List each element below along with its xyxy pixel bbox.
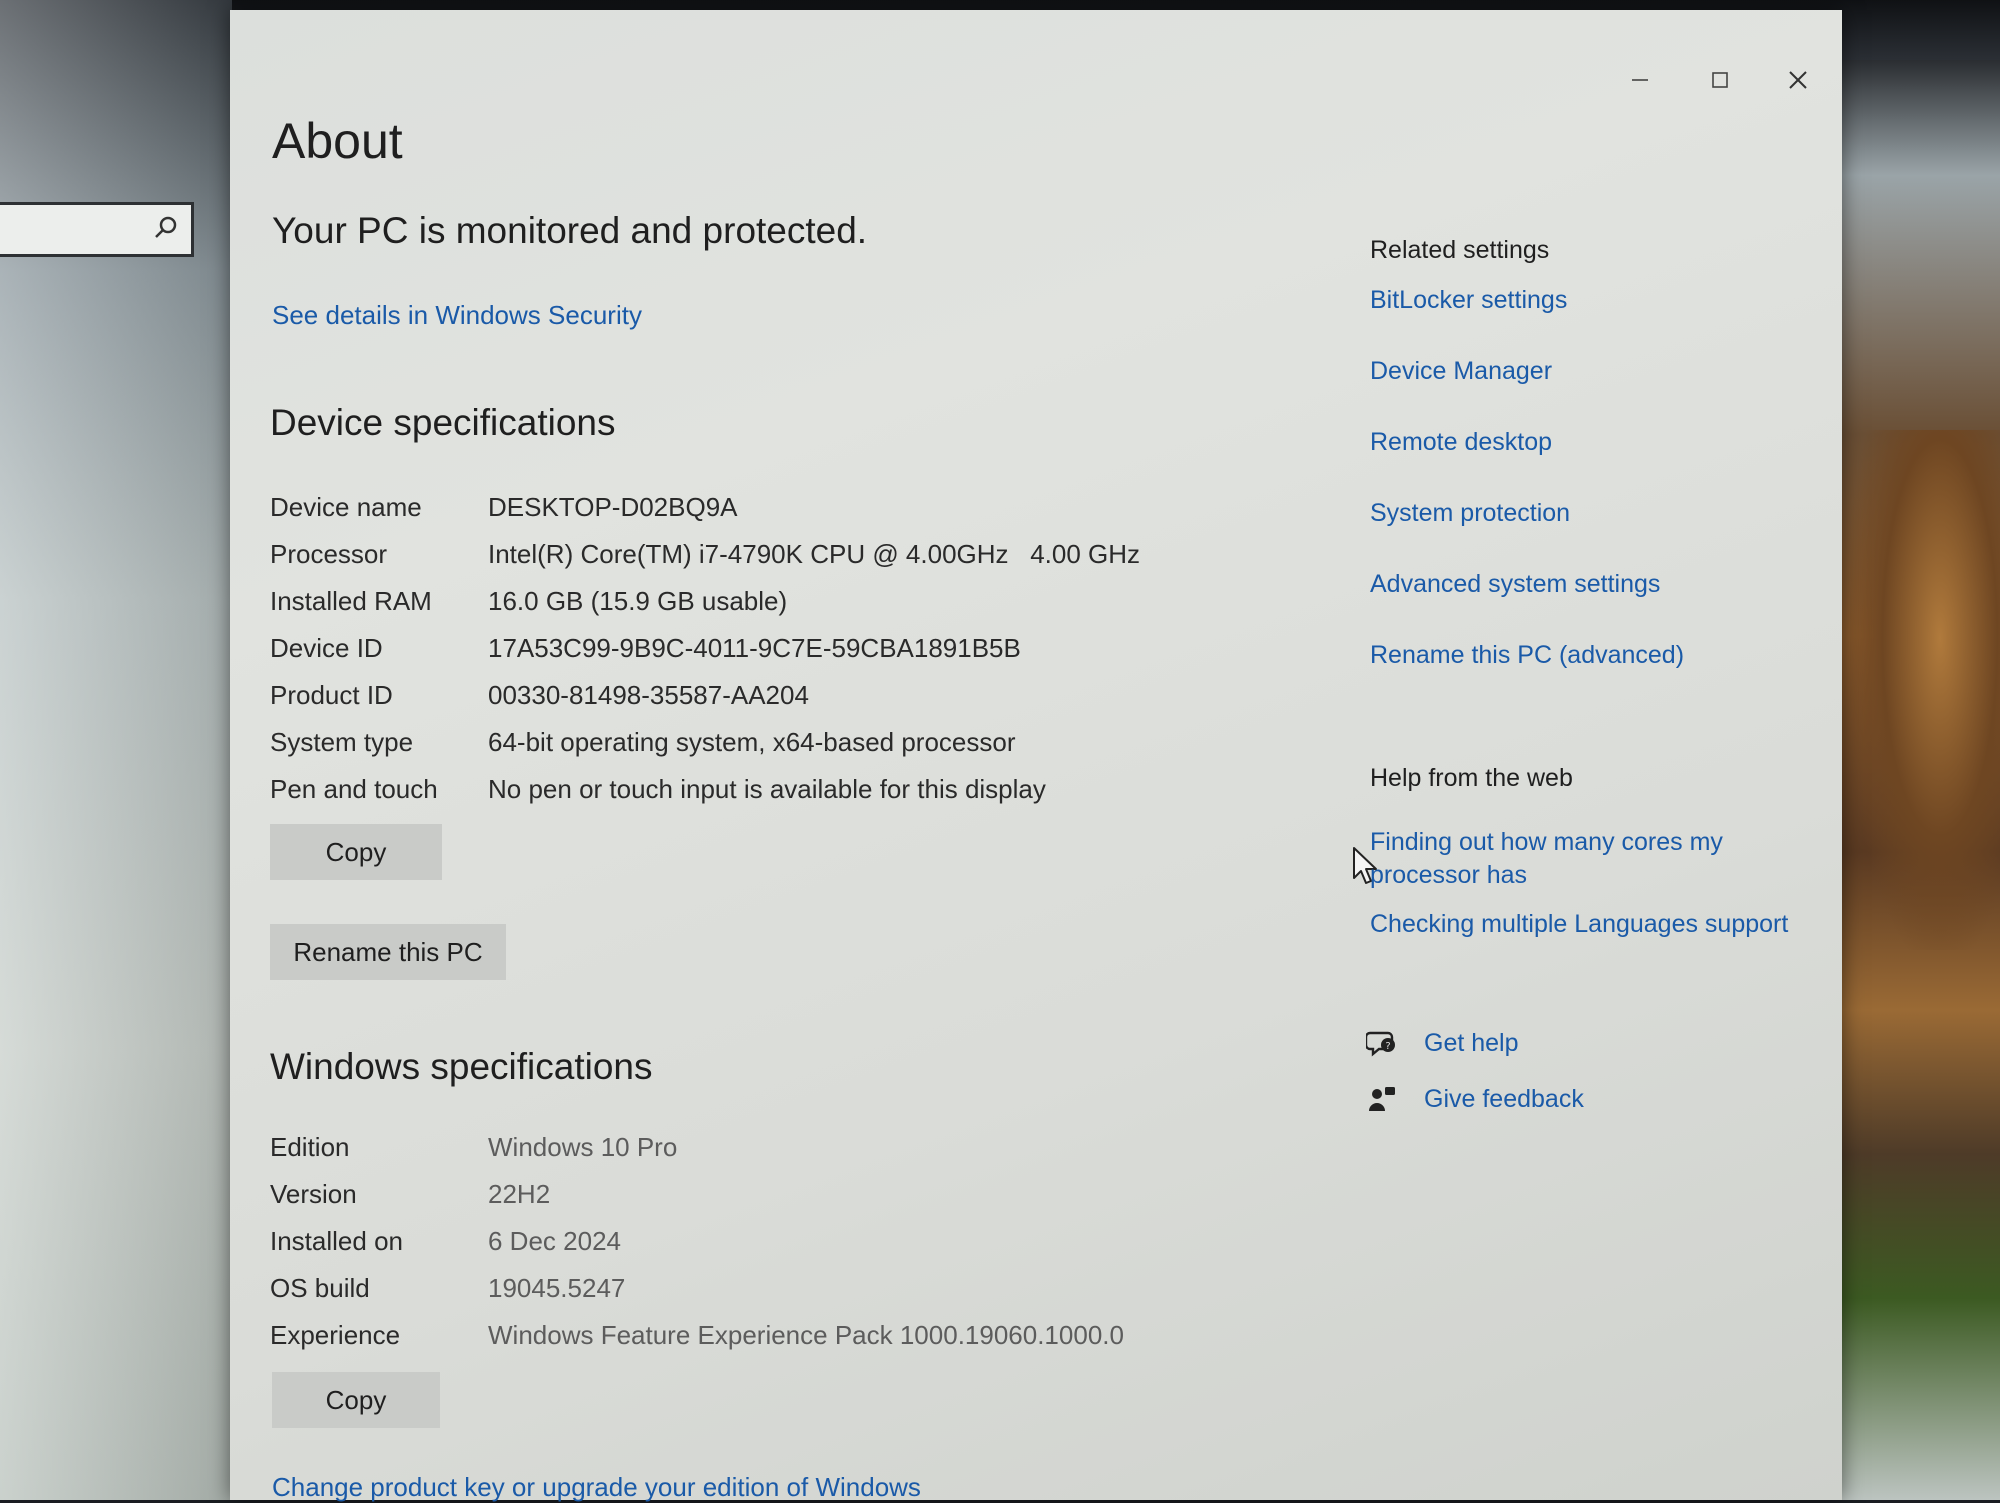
maximize-icon xyxy=(1712,72,1728,88)
feedback-icon xyxy=(1369,1087,1395,1111)
device-manager-link[interactable]: Device Manager xyxy=(1370,357,1552,386)
minimize-button[interactable] xyxy=(1620,60,1660,100)
spec-value[interactable]: 64-bit operating system, x64-based proce… xyxy=(488,727,1016,758)
spec-row-experience: Experience Windows Feature Experience Pa… xyxy=(270,1320,1170,1367)
spec-row-installed-ram: Installed RAM 16.0 GB (15.9 GB usable) xyxy=(270,586,1170,633)
device-specs-table: Device name DESKTOP-D02BQ9A Processor In… xyxy=(270,492,1170,821)
protection-status: Your PC is monitored and protected. xyxy=(272,210,868,251)
copy-windows-specs-button[interactable]: Copy xyxy=(272,1372,440,1428)
spec-row-device-id: Device ID 17A53C99-9B9C-4011-9C7E-59CBA1… xyxy=(270,633,1170,680)
windows-specs-table: Edition Windows 10 Pro Version 22H2 Inst… xyxy=(270,1132,1170,1367)
spec-label: Device name xyxy=(270,492,422,522)
spec-row-os-build: OS build 19045.5247 xyxy=(270,1273,1170,1320)
cores-help-link[interactable]: Finding out how many cores my processor … xyxy=(1370,826,1760,892)
spec-value[interactable]: 00330-81498-35587-AA204 xyxy=(488,680,809,711)
windows-security-link[interactable]: See details in Windows Security xyxy=(272,300,642,331)
spec-value[interactable]: 6 Dec 2024 xyxy=(488,1226,621,1257)
spec-value[interactable]: 19045.5247 xyxy=(488,1273,625,1304)
bitlocker-settings-link[interactable]: BitLocker settings xyxy=(1370,286,1567,315)
rename-pc-button[interactable]: Rename this PC xyxy=(270,924,506,980)
get-help-label[interactable]: Get help xyxy=(1424,1029,1519,1058)
related-settings-heading: Related settings xyxy=(1370,236,1550,264)
give-feedback-label[interactable]: Give feedback xyxy=(1424,1085,1584,1114)
spec-label: Product ID xyxy=(270,680,393,710)
spec-row-product-id: Product ID 00330-81498-35587-AA204 xyxy=(270,680,1170,727)
advanced-system-settings-link[interactable]: Advanced system settings xyxy=(1370,570,1660,599)
copy-device-specs-button[interactable]: Copy xyxy=(270,824,442,880)
give-feedback-item[interactable]: Give feedback xyxy=(1366,1082,1584,1116)
spec-value[interactable]: 17A53C99-9B9C-4011-9C7E-59CBA1891B5B xyxy=(488,633,1021,664)
page-title: About xyxy=(272,113,403,169)
spec-row-processor: Processor Intel(R) Core(TM) i7-4790K CPU… xyxy=(270,539,1170,586)
languages-help-link[interactable]: Checking multiple Languages support xyxy=(1370,910,1788,939)
close-icon xyxy=(1789,71,1807,89)
spec-label: Installed RAM xyxy=(270,586,432,616)
spec-row-system-type: System type 64-bit operating system, x64… xyxy=(270,727,1170,774)
svg-text:?: ? xyxy=(1385,1041,1390,1052)
settings-window: About Your PC is monitored and protected… xyxy=(230,10,1842,1503)
spec-row-device-name: Device name DESKTOP-D02BQ9A xyxy=(270,492,1170,539)
spec-row-installed-on: Installed on 6 Dec 2024 xyxy=(270,1226,1170,1273)
get-help-icon: ? xyxy=(1366,1031,1395,1057)
help-from-web-heading: Help from the web xyxy=(1370,764,1573,792)
spec-label: Edition xyxy=(270,1132,350,1162)
get-help-item[interactable]: ? Get help xyxy=(1366,1026,1519,1060)
device-specs-heading: Device specifications xyxy=(270,402,616,443)
spec-value[interactable]: 22H2 xyxy=(488,1179,550,1210)
spec-label: Processor xyxy=(270,539,388,569)
spec-label: Installed on xyxy=(270,1226,403,1256)
search-icon xyxy=(155,216,177,238)
spec-label: System type xyxy=(270,727,414,757)
change-product-key-link[interactable]: Change product key or upgrade your editi… xyxy=(272,1472,921,1503)
rename-pc-advanced-link[interactable]: Rename this PC (advanced) xyxy=(1370,641,1684,670)
remote-desktop-link[interactable]: Remote desktop xyxy=(1370,428,1552,457)
windows-specs-heading: Windows specifications xyxy=(270,1046,653,1087)
spec-value[interactable]: Intel(R) Core(TM) i7-4790K CPU @ 4.00GHz… xyxy=(488,539,1140,570)
spec-value[interactable]: Windows Feature Experience Pack 1000.190… xyxy=(488,1320,1124,1351)
settings-search-box[interactable] xyxy=(0,202,194,257)
minimize-icon xyxy=(1632,79,1648,81)
spec-label: Experience xyxy=(270,1320,401,1350)
spec-value[interactable]: No pen or touch input is available for t… xyxy=(488,774,1046,805)
spec-label: OS build xyxy=(270,1273,370,1303)
spec-value[interactable]: Windows 10 Pro xyxy=(488,1132,677,1163)
spec-label: Version xyxy=(270,1179,357,1209)
maximize-button[interactable] xyxy=(1700,60,1740,100)
wallpaper-rock xyxy=(1850,430,2000,950)
spec-row-version: Version 22H2 xyxy=(270,1179,1170,1226)
spec-label: Device ID xyxy=(270,633,383,663)
system-protection-link[interactable]: System protection xyxy=(1370,499,1570,528)
spec-label: Pen and touch xyxy=(270,774,438,804)
spec-value[interactable]: 16.0 GB (15.9 GB usable) xyxy=(488,586,787,617)
close-button[interactable] xyxy=(1778,60,1818,100)
spec-row-edition: Edition Windows 10 Pro xyxy=(270,1132,1170,1179)
spec-row-pen-and-touch: Pen and touch No pen or touch input is a… xyxy=(270,774,1170,821)
spec-value[interactable]: DESKTOP-D02BQ9A xyxy=(488,492,738,523)
